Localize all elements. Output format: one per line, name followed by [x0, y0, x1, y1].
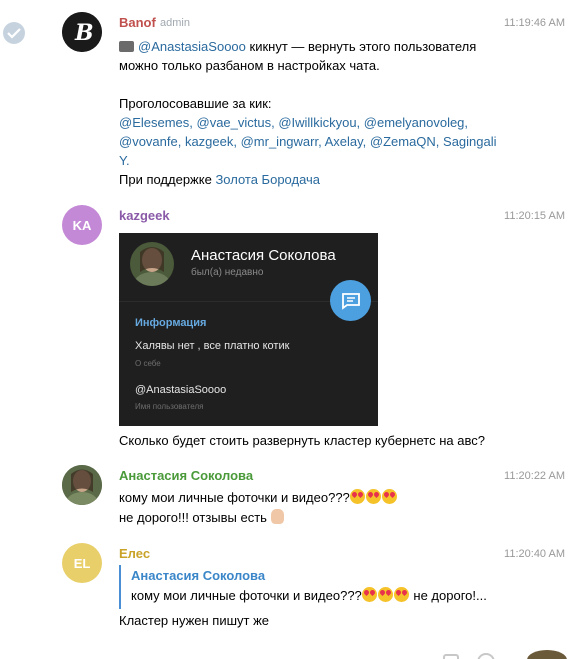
avatar-eles[interactable]: EL: [62, 543, 102, 583]
profile-bio: Халявы нет , все платно котик: [135, 340, 290, 352]
avatar-anastasia[interactable]: [62, 465, 102, 505]
sender-name[interactable]: Анастасия Соколова: [119, 468, 253, 483]
mention-link[interactable]: @AnastasiaSoooo: [138, 39, 246, 54]
message-text: можно только разбаном в настройках чата.: [119, 58, 380, 73]
voters-list[interactable]: @vovanfe, kazgeek, @mr_ingwarr, Axelay, …: [119, 132, 497, 151]
chat-bubble-icon: [330, 280, 371, 321]
heart-eyes-emoji: [377, 587, 393, 602]
reply-quote[interactable]: Анастасия Соколова кому мои личные фоточ…: [119, 565, 487, 609]
ok-hand-emoji: [270, 509, 284, 524]
bottom-icon[interactable]: [477, 653, 495, 659]
message-time: 11:20:40 AM: [504, 548, 565, 560]
profile-status: был(а) недавно: [191, 267, 264, 278]
reply-text: кому мои личные фоточки и видео??? не до…: [131, 587, 487, 603]
voters-list[interactable]: @Elesemes, @vae_victus, @Iwillkickyou, @…: [119, 113, 468, 132]
pistol-icon: [119, 41, 134, 52]
bio-label: О себе: [135, 359, 161, 368]
message-time: 11:20:15 AM: [504, 210, 565, 222]
avatar-kazgeek[interactable]: KA: [62, 205, 102, 245]
message-text: Сколько будет стоить развернуть кластер …: [119, 433, 485, 448]
heart-eyes-emoji: [381, 489, 397, 504]
sender-name[interactable]: Banof: [119, 15, 156, 30]
support-link[interactable]: Золота Бородача: [215, 172, 320, 187]
info-heading: Информация: [135, 317, 207, 329]
heart-eyes-emoji: [393, 587, 409, 602]
profile-username: @AnastasiaSoooo: [135, 384, 227, 396]
selected-check-icon[interactable]: [3, 22, 25, 44]
svg-text:B: B: [74, 20, 94, 46]
message-text: не дорого!!! отзывы есть: [119, 508, 284, 527]
username-label: Имя пользователя: [135, 402, 204, 411]
admin-badge: admin: [160, 17, 190, 29]
sender-name[interactable]: kazgeek: [119, 208, 170, 223]
message-time: 11:19:46 AM: [504, 17, 565, 29]
reply-author: Анастасия Соколова: [131, 568, 266, 583]
profile-screenshot-image[interactable]: Анастасия Соколова был(а) недавно Информ…: [119, 233, 378, 426]
message-text: Кластер нужен пишут же: [119, 613, 270, 628]
heart-eyes-emoji: [365, 489, 381, 504]
message-text: При поддержке Золота Бородача: [119, 172, 321, 187]
message-text: @AnastasiaSoooo кикнут — вернуть этого п…: [119, 37, 476, 56]
voters-list[interactable]: Y.: [119, 151, 130, 170]
bottom-icon[interactable]: [443, 654, 459, 659]
message-text: кому мои личные фоточки и видео???: [119, 488, 398, 507]
profile-photo: [130, 242, 174, 286]
avatar-banof[interactable]: B: [62, 12, 102, 52]
message-text: Проголосовавшие за кик:: [119, 96, 272, 111]
next-avatar-partial[interactable]: [527, 650, 567, 659]
profile-name: Анастасия Соколова: [191, 247, 336, 264]
message-time: 11:20:22 AM: [504, 470, 565, 482]
sender-name[interactable]: Елес: [119, 546, 150, 561]
heart-eyes-emoji: [361, 587, 377, 602]
heart-eyes-emoji: [349, 489, 365, 504]
